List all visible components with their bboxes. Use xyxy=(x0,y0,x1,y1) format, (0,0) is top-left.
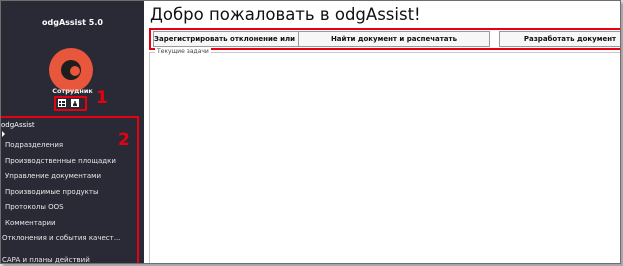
logo-dot xyxy=(70,66,80,76)
current-tasks-panel: Текущие задачи xyxy=(149,48,620,263)
main-panel: Добро пожаловать в odgAssist! Зарегистри… xyxy=(144,1,620,263)
page-title: Добро пожаловать в odgAssist! xyxy=(150,5,421,24)
app-window: odgAssist 5.0 Сотрудник odgAssist Подраз… xyxy=(0,0,621,264)
app-logo xyxy=(49,48,93,92)
user-role: Сотрудник xyxy=(52,87,93,95)
annotation-number-1: 1 xyxy=(96,88,108,108)
annotation-box-toolbar xyxy=(149,28,620,50)
annotation-box-1 xyxy=(54,96,87,111)
app-title: odgAssist 5.0 xyxy=(42,18,103,27)
annotation-number-2: 2 xyxy=(118,130,130,150)
current-tasks-legend: Текущие задачи xyxy=(155,48,211,55)
